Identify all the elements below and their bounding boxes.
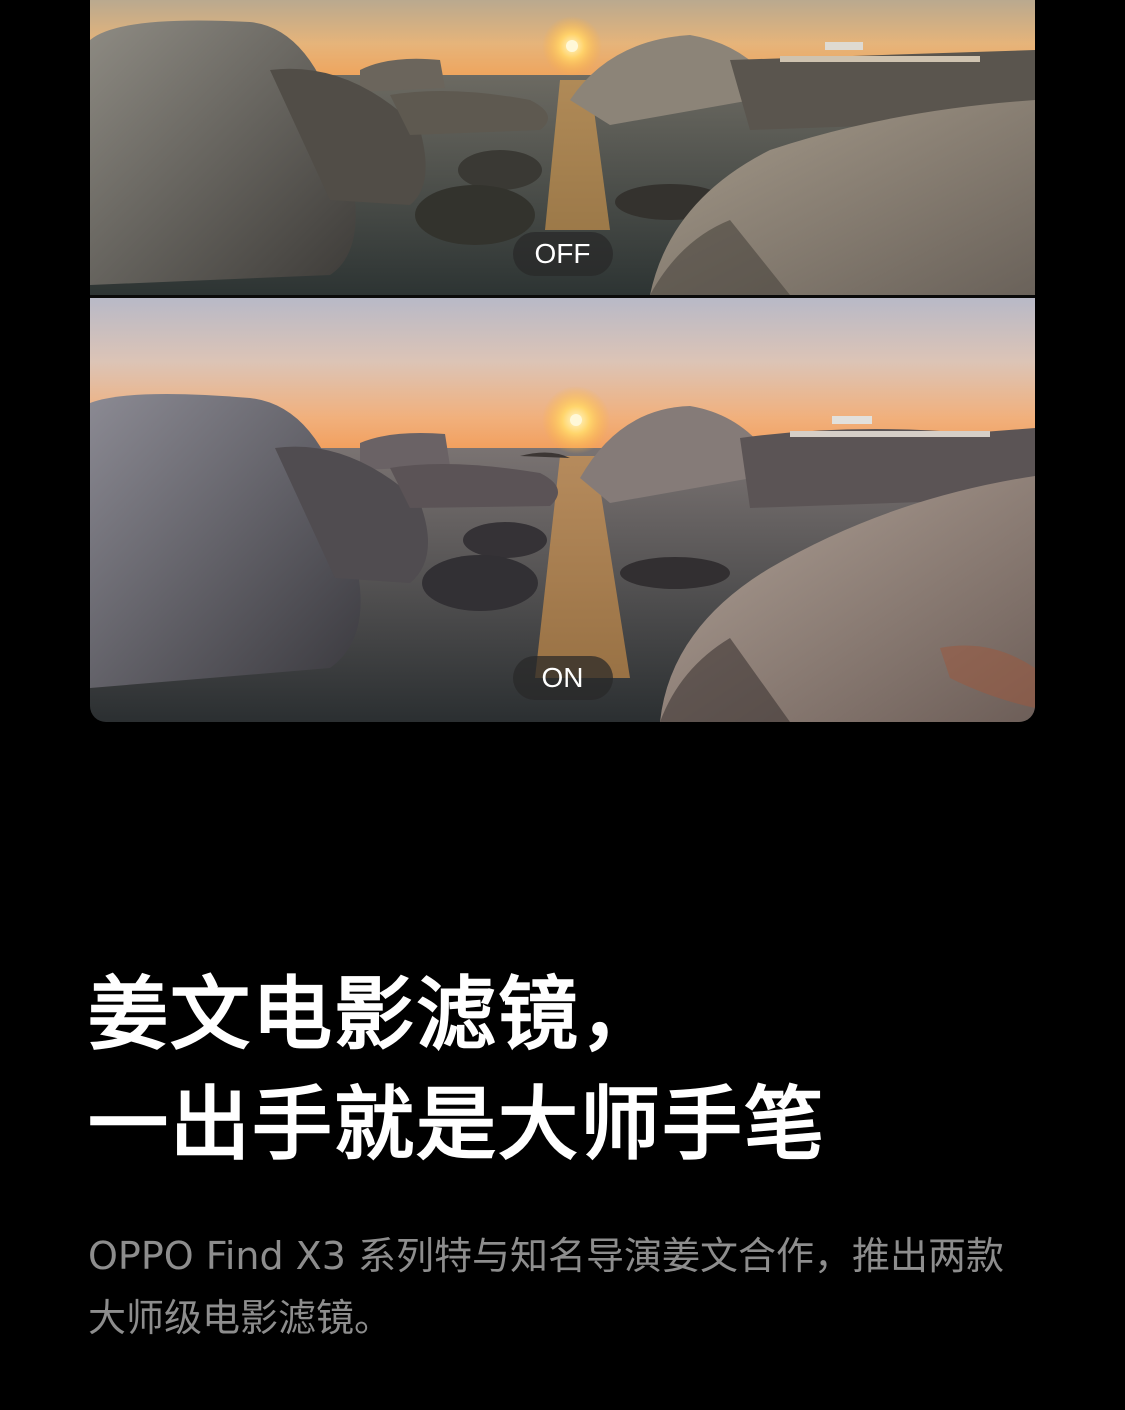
before-after-comparison: OFF ON [90,0,1035,722]
filter-off-label: OFF [512,232,613,276]
headline-line-2: 一出手就是大师手笔 [88,1078,826,1171]
headline: 姜文电影滤镜， 一出手就是大师手笔 [88,960,1048,1180]
headline-line-1: 姜文电影滤镜， [88,968,662,1061]
filter-on-label: ON [512,656,613,700]
filter-feature-page: OFF ON 姜文电影滤镜， 一出手就是大师手笔 OPPO Find X3 系列… [0,0,1125,1410]
description-text: OPPO Find X3 系列特与知名导演姜文合作，推出两款大师级电影滤镜。 [88,1234,1004,1340]
